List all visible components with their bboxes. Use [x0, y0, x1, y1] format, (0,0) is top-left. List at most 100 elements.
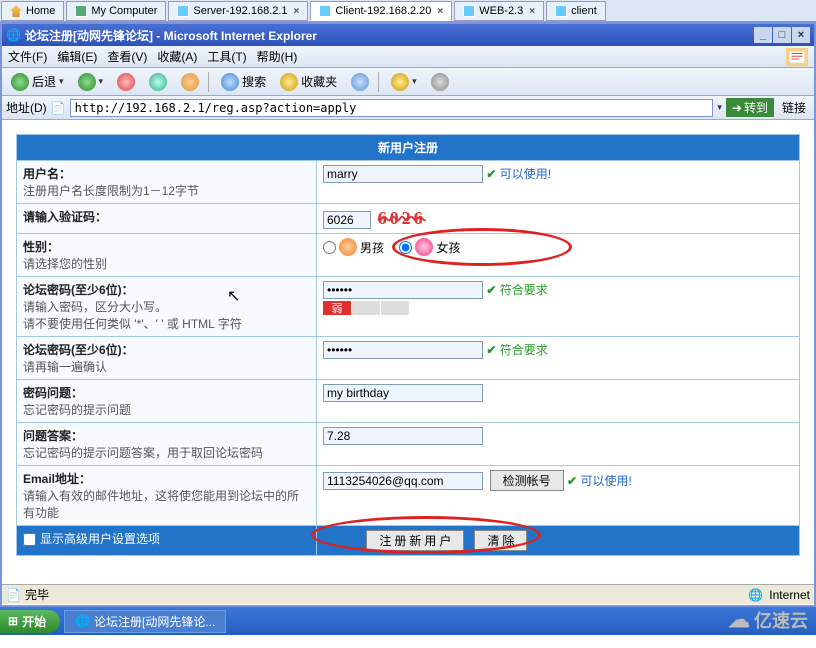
mail-icon — [391, 73, 409, 91]
email-ok: 可以使用! — [580, 474, 631, 488]
girl-radio[interactable] — [399, 241, 412, 254]
search-button[interactable]: 搜索 — [216, 70, 271, 94]
page-icon: 📄 — [6, 588, 21, 602]
ie-logo-icon — [786, 48, 808, 66]
forward-button[interactable]: ▾ — [73, 70, 109, 94]
refresh-button[interactable] — [144, 70, 172, 94]
stop-button[interactable] — [112, 70, 140, 94]
captcha-label: 请输入验证码： — [23, 210, 107, 224]
close-icon[interactable]: × — [294, 6, 300, 17]
check-icon: ✔ — [486, 343, 496, 357]
minimize-button[interactable]: _ — [754, 27, 772, 43]
tab-client-small[interactable]: client — [546, 1, 606, 21]
menu-edit[interactable]: 编辑(E) — [57, 48, 97, 65]
home-icon — [181, 73, 199, 91]
gender-girl-option[interactable]: 女孩 — [399, 238, 460, 256]
close-button[interactable]: × — [792, 27, 810, 43]
registration-form: 新用户注册 用户名：注册用户名长度限制为1－12字节 ✔ 可以使用! 请输入验证… — [16, 134, 800, 556]
page-content: ↖ 新用户注册 用户名：注册用户名长度限制为1－12字节 ✔ 可以使用! 请输入… — [2, 120, 814, 584]
password-ok: 符合要求 — [500, 283, 548, 297]
url-dropdown[interactable]: ▾ — [717, 102, 722, 113]
form-header: 新用户注册 — [17, 135, 800, 161]
print-button[interactable] — [426, 70, 454, 94]
tab-mycomputer[interactable]: My Computer — [66, 1, 166, 21]
menubar: 文件(F) 编辑(E) 查看(V) 收藏(A) 工具(T) 帮助(H) — [2, 46, 814, 68]
check-icon: ✔ — [567, 474, 577, 488]
close-icon[interactable]: × — [529, 6, 535, 17]
menu-view[interactable]: 查看(V) — [107, 48, 147, 65]
url-input[interactable] — [70, 99, 714, 117]
password2-input[interactable] — [323, 341, 483, 359]
computer-icon — [75, 5, 87, 17]
links-label[interactable]: 链接 — [778, 99, 810, 116]
email-input[interactable] — [323, 472, 483, 490]
stop-icon — [117, 73, 135, 91]
cloud-icon: ☁ — [728, 607, 750, 633]
password2-label: 论坛密码(至少6位)： — [23, 343, 134, 357]
tab-client-active[interactable]: Client-192.168.2.20× — [310, 1, 452, 21]
submit-button[interactable]: 注 册 新 用 户 — [366, 530, 464, 551]
status-bar: 📄完毕 🌐Internet — [2, 584, 814, 604]
windows-icon: ⊞ — [8, 614, 18, 628]
tab-web[interactable]: WEB-2.3× — [454, 1, 544, 21]
favorites-button[interactable]: 收藏夹 — [275, 70, 342, 94]
gender-label: 性别： — [23, 240, 59, 254]
answer-label: 问题答案： — [23, 429, 83, 443]
page-icon: 📄 — [51, 101, 66, 115]
check-icon: ✔ — [486, 167, 496, 181]
ie-icon: 🌐 — [6, 28, 21, 42]
refresh-icon — [149, 73, 167, 91]
watermark: ☁亿速云 — [728, 607, 808, 633]
menu-tools[interactable]: 工具(T) — [207, 48, 246, 65]
history-button[interactable] — [346, 70, 374, 94]
captcha-input[interactable] — [323, 211, 371, 229]
question-label: 密码问题： — [23, 386, 83, 400]
clear-button[interactable]: 清 除 — [474, 530, 527, 551]
mail-button[interactable]: ▾ — [386, 70, 422, 94]
back-button[interactable]: 后退▾ — [6, 70, 69, 94]
print-icon — [431, 73, 449, 91]
username-ok: 可以使用! — [500, 167, 551, 181]
close-icon[interactable]: × — [437, 6, 443, 17]
status-done: 完毕 — [25, 586, 49, 603]
browser-tab-strip: Home My Computer Server-192.168.2.1× Cli… — [0, 0, 816, 22]
search-icon — [221, 73, 239, 91]
taskbar: ⊞开始 🌐论坛注册[动网先锋论... ☁亿速云 — [0, 607, 816, 635]
taskbar-item[interactable]: 🌐论坛注册[动网先锋论... — [64, 610, 226, 633]
maximize-button[interactable]: □ — [773, 27, 791, 43]
boy-radio[interactable] — [323, 241, 336, 254]
question-input[interactable] — [323, 384, 483, 402]
ie-window: 🌐 论坛注册[动网先锋论坛] - Microsoft Internet Expl… — [0, 22, 816, 607]
window-title: 论坛注册[动网先锋论坛] - Microsoft Internet Explor… — [25, 27, 317, 44]
username-input[interactable] — [323, 165, 483, 183]
advanced-label: 显示高级用户设置选项 — [40, 532, 160, 546]
menu-help[interactable]: 帮助(H) — [257, 48, 298, 65]
home-button[interactable] — [176, 70, 204, 94]
client-icon — [555, 5, 567, 17]
gender-boy-option[interactable]: 男孩 — [323, 238, 384, 256]
boy-face-icon — [339, 238, 357, 256]
tab-home[interactable]: Home — [1, 1, 64, 21]
toolbar: 后退▾ ▾ 搜索 收藏夹 ▾ — [2, 68, 814, 96]
password2-ok: 符合要求 — [500, 343, 548, 357]
answer-input[interactable] — [323, 427, 483, 445]
password-strength-meter: 弱 — [323, 301, 793, 315]
back-icon — [11, 73, 29, 91]
tab-server[interactable]: Server-192.168.2.1× — [168, 1, 308, 21]
home-icon — [10, 5, 22, 17]
star-icon — [280, 73, 298, 91]
address-bar: 地址(D) 📄 ▾ ➔ 转到 链接 — [2, 96, 814, 120]
check-icon: ✔ — [486, 283, 496, 297]
email-label: Email地址： — [23, 472, 91, 486]
window-titlebar: 🌐 论坛注册[动网先锋论坛] - Microsoft Internet Expl… — [2, 24, 814, 46]
go-button[interactable]: ➔ 转到 — [726, 98, 774, 117]
menu-file[interactable]: 文件(F) — [8, 48, 47, 65]
menu-favorites[interactable]: 收藏(A) — [157, 48, 197, 65]
start-button[interactable]: ⊞开始 — [0, 610, 60, 633]
captcha-image: 6026 — [378, 208, 426, 228]
password-input[interactable] — [323, 281, 483, 299]
history-icon — [351, 73, 369, 91]
check-account-button[interactable]: 检测帐号 — [490, 470, 564, 491]
address-label: 地址(D) — [6, 99, 47, 116]
advanced-checkbox[interactable] — [23, 533, 36, 546]
